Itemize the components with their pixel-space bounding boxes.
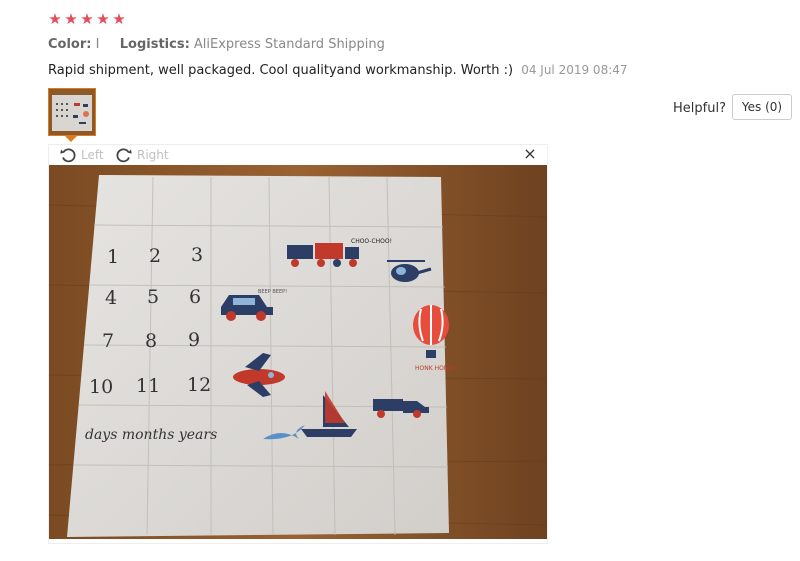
star-icon: ★ xyxy=(112,10,126,28)
logistics-label: Logistics: xyxy=(119,37,190,52)
train-label: CHOO-CHOO! xyxy=(351,238,392,245)
close-icon[interactable]: × xyxy=(523,146,537,162)
photo-number: 1 xyxy=(107,246,119,268)
photo-number: 3 xyxy=(191,244,203,266)
star-icon: ★ xyxy=(80,10,94,28)
photo-number: 8 xyxy=(145,330,157,352)
review-text: Rapid shipment, well packaged. Cool qual… xyxy=(48,63,514,78)
photo-number: 6 xyxy=(189,286,201,308)
viewer-toolbar: Left Right × xyxy=(49,145,547,165)
review-date: 04 Jul 2019 08:47 xyxy=(521,63,628,77)
rotate-right-button[interactable]: Right xyxy=(115,146,169,164)
photo-number: 5 xyxy=(147,286,159,308)
color-value: I xyxy=(95,37,100,52)
rotate-left-button[interactable]: Left xyxy=(59,146,104,164)
photo-number: 11 xyxy=(136,375,160,397)
review-photo: 1 2 3 4 5 6 7 8 9 10 11 12 days months y… xyxy=(49,165,547,539)
photo-number: 9 xyxy=(188,329,200,351)
thumbnail-pointer xyxy=(65,136,77,142)
star-icon: ★ xyxy=(48,10,62,28)
star-icon: ★ xyxy=(96,10,110,28)
car-label: BEEP BEEP! xyxy=(258,289,287,295)
rotate-left-icon xyxy=(59,146,77,164)
star-rating: ★ ★ ★ ★ ★ xyxy=(48,10,126,28)
photo-number: 4 xyxy=(105,287,117,309)
color-label: Color: xyxy=(48,37,92,52)
review-body: Rapid shipment, well packaged. Cool qual… xyxy=(48,61,628,80)
rotate-right-icon xyxy=(115,146,133,164)
photo-number: 12 xyxy=(187,374,211,396)
review-photo-thumbnail[interactable] xyxy=(48,88,96,136)
photo-handwriting: days months years xyxy=(85,427,217,443)
photo-viewer: Left Right × 1 2 3 4 5 6 7 8 9 10 11 12 … xyxy=(48,144,548,544)
rotate-left-label: Left xyxy=(81,148,104,162)
star-icon: ★ xyxy=(64,10,78,28)
balloon-label: HONK HONK! xyxy=(415,365,455,372)
helpful-yes-button[interactable]: Yes (0) xyxy=(732,94,792,120)
rotate-right-label: Right xyxy=(137,148,169,162)
logistics-value: AliExpress Standard Shipping xyxy=(193,37,385,52)
photo-number: 10 xyxy=(89,376,113,398)
helpful-label: Helpful? xyxy=(673,101,726,116)
review-meta: Color: I Logistics: AliExpress Standard … xyxy=(48,36,385,54)
photo-number: 7 xyxy=(102,330,114,352)
photo-number: 2 xyxy=(149,245,161,267)
